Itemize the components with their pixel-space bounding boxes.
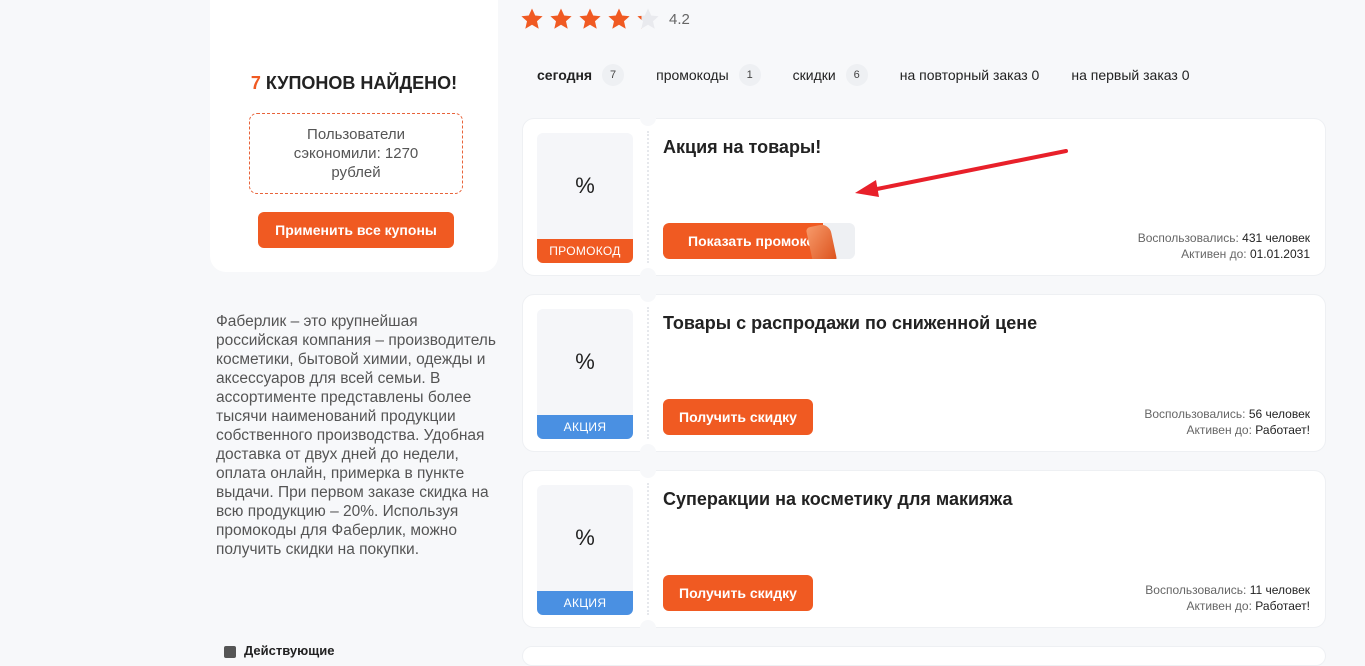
ticket-divider: [647, 307, 649, 439]
coupon-card: % АКЦИЯ Товары с распродажи по сниженной…: [522, 286, 1326, 460]
active-coupons-label: Действующие: [244, 643, 335, 658]
active-coupons-link[interactable]: Действующие: [224, 643, 334, 658]
tab-label: промокоды: [656, 67, 729, 83]
tab-today[interactable]: сегодня 7: [537, 64, 625, 86]
coupon-title: Суперакции на косметику для макияжа: [663, 489, 1013, 509]
coupon-title: Акция на товары!: [663, 137, 822, 157]
star-icon[interactable]: [578, 6, 602, 32]
ticket-notch: [640, 620, 656, 636]
active-value: Работает!: [1255, 423, 1310, 437]
coupons-found-heading: 7 КУПОНОВ НАЙДЕНО!: [210, 73, 498, 94]
active-label: Активен до:: [1186, 423, 1252, 437]
coupon-badge-panel: % ПРОМОКОД: [537, 133, 633, 263]
red-arrow-annotation: [855, 149, 1068, 197]
coupon-title: Товары с распродажи по сниженной цене: [663, 313, 1038, 333]
tab-count-badge: 1: [738, 64, 761, 86]
percent-icon: %: [575, 173, 595, 198]
star-partial-icon[interactable]: [636, 6, 660, 32]
coupon-type-tag: АКЦИЯ: [537, 591, 633, 615]
active-value: Работает!: [1255, 599, 1310, 613]
used-label: Воспользовались:: [1137, 231, 1239, 245]
tab-count-badge: 7: [602, 64, 625, 86]
active-label: Активен до:: [1181, 247, 1247, 261]
used-label: Воспользовались:: [1145, 583, 1247, 597]
coupon-badge-panel: % АКЦИЯ: [537, 485, 633, 615]
show-promocode-button[interactable]: Показать промокод: [663, 223, 855, 259]
percent-icon: %: [575, 349, 595, 374]
coupon-type-tag: ПРОМОКОД: [537, 239, 633, 263]
coupons-found-count: 7: [250, 73, 261, 93]
star-icon[interactable]: [549, 6, 573, 32]
coupons-found-text: КУПОНОВ НАЙДЕНО!: [265, 73, 458, 93]
star-icon[interactable]: [607, 6, 631, 32]
used-value: 431 человек: [1242, 231, 1310, 245]
savings-box: Пользователи сэкономили: 1270 рублей: [249, 113, 463, 194]
ticket-notch: [640, 444, 656, 460]
tab-label: скидки: [792, 67, 836, 83]
coupon-type-tag: АКЦИЯ: [537, 415, 633, 439]
coupon-meta: Воспользовались: 11 человек Активен до: …: [1145, 582, 1310, 614]
coupon-meta: Воспользовались: 56 человек Активен до: …: [1144, 406, 1310, 438]
ticket-notch: [640, 286, 656, 302]
coupon-card: % АКЦИЯ Суперакции на косметику для маки…: [522, 462, 1326, 636]
tab-promocodes[interactable]: промокоды 1: [656, 64, 761, 86]
rating-value: 4.2: [669, 10, 690, 28]
tab-label: сегодня: [537, 67, 593, 83]
ticket-notch: [640, 268, 656, 284]
store-description: Фаберлик – это крупнейшая российская ком…: [216, 313, 496, 558]
coupon-badge-panel: % АКЦИЯ: [537, 309, 633, 439]
show-promocode-label: Показать промокод: [663, 223, 823, 259]
used-value: 56 человек: [1248, 407, 1310, 421]
get-discount-button[interactable]: Получить скидку: [663, 575, 813, 611]
star-icon[interactable]: [520, 6, 544, 32]
tab-label: на первый заказ 0: [1071, 67, 1190, 83]
coupon-meta: Воспользовались: 431 человек Активен до:…: [1138, 230, 1310, 262]
active-value: 01.01.2031: [1249, 247, 1310, 261]
active-label: Активен до:: [1186, 599, 1252, 613]
ticket-notch: [640, 110, 656, 126]
ticket-divider: [647, 483, 649, 615]
ticket-notch: [640, 462, 656, 478]
get-discount-button[interactable]: Получить скидку: [663, 399, 813, 435]
used-value: 11 человек: [1249, 583, 1310, 597]
used-label: Воспользовались:: [1144, 407, 1246, 421]
tab-repeat-order[interactable]: на повторный заказ 0: [900, 67, 1040, 83]
peel-corner-icon: [805, 223, 839, 259]
apply-all-coupons-button[interactable]: Применить все купоны: [258, 212, 454, 248]
coupon-tabs: сегодня 7 промокоды 1 скидки 6 на повтор…: [537, 63, 1221, 87]
percent-icon: %: [575, 525, 595, 550]
tab-count-badge: 6: [845, 64, 868, 86]
ticket-divider: [647, 131, 649, 263]
tab-label: на повторный заказ 0: [899, 67, 1040, 83]
tab-discounts[interactable]: скидки 6: [793, 64, 868, 86]
rating: 4.2: [520, 6, 690, 32]
savings-text: Пользователи сэкономили: 1270 рублей: [293, 126, 419, 181]
coupon-card-partial: [522, 646, 1326, 666]
tab-first-order[interactable]: на первый заказ 0: [1071, 67, 1189, 83]
